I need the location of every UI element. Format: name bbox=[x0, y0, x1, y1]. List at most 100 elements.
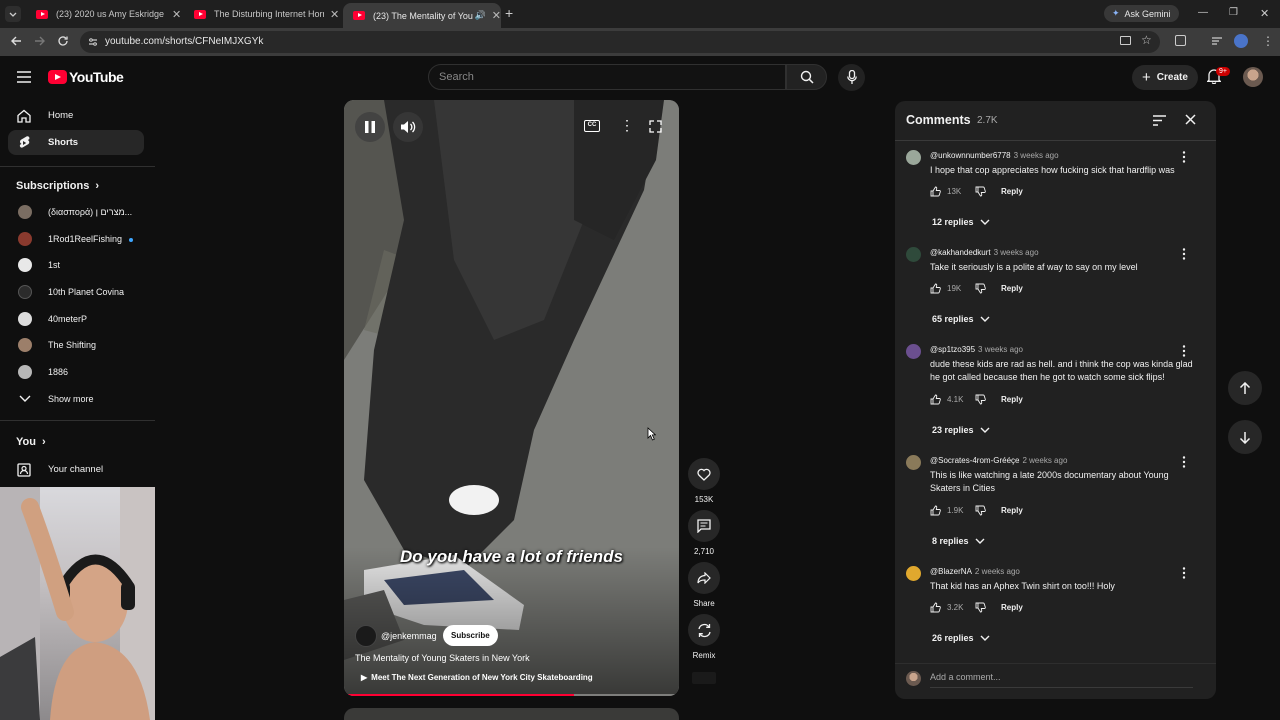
ask-gemini-button[interactable]: ✦ Ask Gemini bbox=[1104, 5, 1179, 22]
sidebar-item-shorts[interactable]: Shorts bbox=[8, 130, 144, 155]
channel-avatar[interactable] bbox=[355, 625, 377, 647]
close-tab-icon[interactable]: ✕ bbox=[492, 9, 501, 22]
reply-button[interactable]: Reply bbox=[1001, 506, 1023, 515]
minimize-window-icon[interactable]: — bbox=[1198, 7, 1208, 18]
thumbs-up-icon[interactable] bbox=[930, 505, 941, 516]
thumbs-down-icon[interactable] bbox=[975, 505, 986, 516]
reply-button[interactable]: Reply bbox=[1001, 603, 1023, 612]
more-options-icon[interactable]: ⋮ bbox=[620, 118, 634, 132]
view-replies-button[interactable]: 23 replies bbox=[932, 425, 990, 435]
playlist-link[interactable]: ▶ Meet The Next Generation of New York C… bbox=[361, 673, 593, 682]
fullscreen-icon[interactable] bbox=[649, 120, 662, 133]
view-replies-button[interactable]: 8 replies bbox=[932, 536, 985, 546]
back-icon[interactable] bbox=[10, 35, 22, 47]
closed-captions-icon[interactable]: CC bbox=[584, 120, 600, 132]
search-button[interactable] bbox=[786, 64, 827, 90]
share-button[interactable]: Share bbox=[688, 562, 720, 608]
thumbs-up-icon[interactable] bbox=[930, 602, 941, 613]
comment-timestamp[interactable]: 3 weeks ago bbox=[978, 345, 1023, 354]
hamburger-menu-icon[interactable] bbox=[17, 71, 31, 83]
subscription-item[interactable]: 10th Planet Covina bbox=[8, 280, 144, 305]
create-button[interactable]: + Create bbox=[1132, 65, 1198, 90]
next-short-button[interactable] bbox=[1228, 420, 1262, 454]
reload-icon[interactable] bbox=[57, 35, 69, 47]
restore-window-icon[interactable]: ❐ bbox=[1229, 7, 1238, 18]
comment-timestamp[interactable]: 2 weeks ago bbox=[975, 567, 1020, 576]
browser-tab[interactable]: The Disturbing Internet Horror ✕ bbox=[184, 3, 342, 25]
comment-more-icon[interactable] bbox=[1179, 247, 1189, 261]
subscription-item[interactable]: 1886 bbox=[8, 360, 144, 385]
sound-thumbnail[interactable] bbox=[692, 672, 716, 684]
pause-button[interactable] bbox=[355, 112, 385, 142]
tab-search-icon[interactable] bbox=[5, 6, 21, 22]
comment-timestamp[interactable]: 3 weeks ago bbox=[994, 248, 1039, 257]
browser-tab[interactable]: (23) 2020 us Amy Eskridge inter ✕ bbox=[26, 3, 184, 25]
comment-author[interactable]: @kakhandedkurt bbox=[930, 248, 991, 257]
channel-name[interactable]: @jenkemmag bbox=[381, 631, 437, 641]
browser-menu-icon[interactable]: ⋮ bbox=[1262, 34, 1274, 48]
video-progress-bar[interactable] bbox=[348, 694, 675, 696]
voice-search-button[interactable] bbox=[838, 64, 865, 91]
cast-icon[interactable] bbox=[1120, 36, 1131, 45]
thumbs-down-icon[interactable] bbox=[975, 394, 986, 405]
subscription-item[interactable]: The Shifting bbox=[8, 333, 144, 358]
comment-author-avatar[interactable] bbox=[906, 247, 921, 262]
bookmark-star-icon[interactable]: ☆ bbox=[1141, 33, 1152, 47]
reply-button[interactable]: Reply bbox=[1001, 284, 1023, 293]
volume-button[interactable] bbox=[393, 112, 423, 142]
close-window-icon[interactable]: ✕ bbox=[1260, 7, 1269, 20]
sidebar-item-your-channel[interactable]: Your channel bbox=[8, 457, 144, 482]
subscription-item[interactable]: 1st bbox=[8, 253, 144, 278]
close-tab-icon[interactable]: ✕ bbox=[172, 8, 181, 21]
youtube-logo-text[interactable]: YouTube bbox=[69, 69, 124, 85]
subscription-item[interactable]: (διασπορά) מצרים ן... bbox=[8, 200, 144, 225]
comment-author-avatar[interactable] bbox=[906, 566, 921, 581]
comment-author-avatar[interactable] bbox=[906, 344, 921, 359]
view-replies-button[interactable]: 65 replies bbox=[932, 314, 990, 324]
new-tab-button[interactable]: + bbox=[505, 5, 513, 21]
shorts-video-player[interactable]: CC ⋮ Do you have a lot of friends @jenke… bbox=[344, 100, 679, 696]
comment-author[interactable]: @Socrates-4rom-Grééçe bbox=[930, 456, 1019, 465]
reply-button[interactable]: Reply bbox=[1001, 395, 1023, 404]
comment-author-avatar[interactable] bbox=[906, 150, 921, 165]
youtube-logo-icon[interactable] bbox=[48, 70, 67, 84]
subscribe-button[interactable]: Subscribe bbox=[443, 625, 498, 646]
comment-timestamp[interactable]: 2 weeks ago bbox=[1022, 456, 1067, 465]
you-heading[interactable]: You › bbox=[16, 436, 46, 448]
site-info-icon[interactable] bbox=[88, 37, 98, 47]
comment-more-icon[interactable] bbox=[1179, 455, 1189, 469]
view-replies-button[interactable]: 12 replies bbox=[932, 217, 990, 227]
reply-button[interactable]: Reply bbox=[1001, 187, 1023, 196]
comment-more-icon[interactable] bbox=[1179, 150, 1189, 164]
thumbs-up-icon[interactable] bbox=[930, 186, 941, 197]
account-avatar[interactable] bbox=[1243, 67, 1263, 87]
forward-icon[interactable] bbox=[34, 35, 46, 47]
browser-tab-active[interactable]: (23) The Mentality of Young 🔊 ✕ bbox=[343, 3, 501, 28]
search-input[interactable]: Search bbox=[428, 64, 786, 90]
thumbs-up-icon[interactable] bbox=[930, 283, 941, 294]
close-comments-icon[interactable] bbox=[1185, 114, 1196, 125]
add-comment-input[interactable]: Add a comment... bbox=[930, 672, 1001, 682]
remix-button[interactable]: Remix bbox=[688, 614, 720, 660]
thumbs-down-icon[interactable] bbox=[975, 602, 986, 613]
extensions-icon[interactable] bbox=[1175, 35, 1186, 46]
subscription-item[interactable]: 40meterP bbox=[8, 307, 144, 332]
sort-comments-icon[interactable] bbox=[1153, 115, 1166, 126]
sidebar-item-home[interactable]: Home bbox=[8, 103, 144, 128]
comment-timestamp[interactable]: 3 weeks ago bbox=[1014, 151, 1059, 160]
video-title[interactable]: The Mentality of Young Skaters in New Yo… bbox=[355, 653, 530, 663]
previous-short-button[interactable] bbox=[1228, 371, 1262, 405]
comment-author[interactable]: @unkownnumber6778 bbox=[930, 151, 1011, 160]
view-replies-button[interactable]: 26 replies bbox=[932, 633, 990, 643]
comment-author-avatar[interactable] bbox=[906, 455, 921, 470]
comment-author[interactable]: @BlazerNA bbox=[930, 567, 972, 576]
next-short-preview[interactable] bbox=[344, 708, 679, 720]
comment-more-icon[interactable] bbox=[1179, 344, 1189, 358]
speaker-icon[interactable]: 🔊 bbox=[475, 10, 486, 21]
address-bar[interactable]: youtube.com/shorts/CFNeIMJXGYk ☆ bbox=[80, 31, 1160, 53]
reading-list-icon[interactable] bbox=[1211, 36, 1223, 46]
thumbs-up-icon[interactable] bbox=[930, 394, 941, 405]
like-button[interactable]: 153K bbox=[688, 458, 720, 504]
comments-button[interactable]: 2,710 bbox=[688, 510, 720, 556]
thumbs-down-icon[interactable] bbox=[975, 186, 986, 197]
